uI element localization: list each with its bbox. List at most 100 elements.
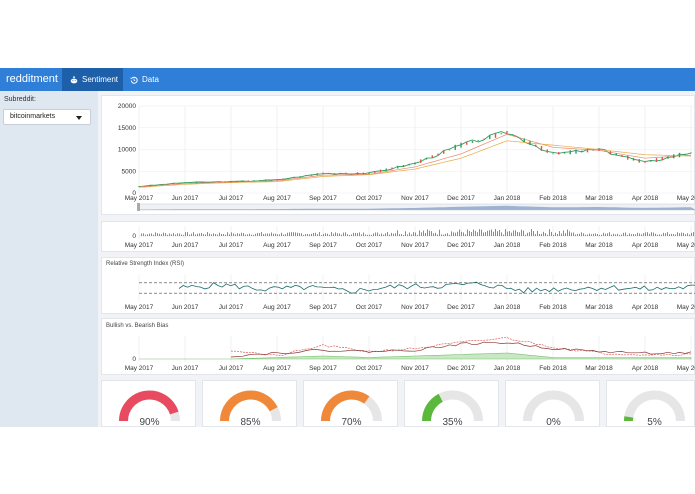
volume-bar [545, 233, 546, 236]
volume-bar [489, 230, 490, 236]
volume-bar [239, 233, 240, 236]
x-tick-label: Nov 2017 [401, 242, 429, 249]
volume-bar [491, 229, 492, 236]
volume-bar [497, 231, 498, 236]
volume-bar [299, 233, 300, 236]
volume-bar [201, 232, 202, 236]
volume-bar [333, 233, 334, 236]
candle [408, 163, 410, 166]
bias-panel: 0 May 2017 Jun 2017 Jul 2017 Aug 2017 Sep 201… [101, 318, 695, 375]
volume-bar [435, 232, 436, 236]
volume-bar [567, 229, 568, 236]
price-chart[interactable]: 20000150001000050000May 2017 Jun 2017 Jul … [102, 96, 695, 216]
candle [345, 172, 347, 175]
volume-bar [619, 234, 620, 236]
candle [385, 168, 387, 171]
volume-bar [469, 231, 470, 236]
candle [604, 150, 606, 152]
volume-bar [321, 234, 322, 236]
volume-bar [367, 234, 368, 236]
volume-bar [143, 233, 144, 236]
volume-bar [383, 234, 384, 236]
volume-bar [605, 233, 606, 236]
candle [207, 181, 209, 183]
volume-bar [693, 232, 694, 236]
volume-bar [305, 234, 306, 236]
volume-bar [579, 233, 580, 236]
candle [684, 153, 686, 155]
app-brand[interactable]: redditment [6, 73, 58, 85]
volume-bar [261, 232, 262, 236]
volume-bar [355, 232, 356, 236]
tab-data[interactable]: Data [125, 68, 165, 91]
volume-bar [437, 234, 438, 236]
x-tick-label: Nov 2017 [401, 304, 429, 311]
volume-bar [505, 229, 506, 236]
volume-bar [637, 232, 638, 236]
tab-sentiment[interactable]: Sentiment [62, 68, 123, 91]
range-handle [137, 203, 140, 211]
candle [374, 171, 376, 173]
volume-bar [213, 233, 214, 236]
volume-bar [291, 232, 292, 236]
candle [414, 162, 416, 165]
volume-bar [635, 234, 636, 236]
rsi-chart[interactable]: May 2017 Jun 2017 Jul 2017 Aug 2017 Sep 2017… [102, 258, 695, 315]
volume-bar [331, 232, 332, 236]
volume-bar [573, 232, 574, 236]
y-tick-label: 15000 [118, 125, 136, 132]
volume-bar [597, 234, 598, 236]
bias-chart[interactable]: 0 May 2017 Jun 2017 Jul 2017 Aug 2017 Sep 201… [102, 319, 695, 376]
volume-bar [523, 230, 524, 236]
volume-bar [293, 232, 294, 236]
candle [529, 140, 531, 146]
candle [420, 159, 422, 163]
candle [690, 152, 692, 154]
candle [224, 181, 226, 183]
volume-bar [515, 230, 516, 236]
candle [264, 180, 267, 181]
volume-bar [569, 231, 570, 236]
volume-bar [641, 234, 642, 236]
volume-bar [645, 232, 646, 236]
candle [494, 132, 497, 138]
volume-bar [421, 232, 422, 236]
volume-bar [517, 231, 518, 236]
volume-bar [663, 232, 664, 236]
subreddit-select[interactable]: bitcoinmarkets [3, 109, 91, 125]
candle [276, 179, 278, 181]
candle [351, 173, 353, 175]
candle [218, 181, 221, 183]
volume-bar [409, 232, 410, 236]
candle [316, 173, 318, 176]
volume-bar [449, 234, 450, 236]
volume-bar [363, 232, 364, 236]
gauge-card: 5% [606, 380, 695, 427]
volume-bar [501, 232, 502, 236]
volume-bar [535, 234, 536, 236]
volume-bar [549, 229, 550, 236]
volume-bar [451, 231, 452, 236]
volume-bar [171, 234, 172, 236]
volume-bar [175, 234, 176, 236]
candle [362, 172, 364, 175]
x-tick-label: Nov 2017 [401, 365, 429, 372]
volume-bar [325, 233, 326, 236]
x-tick-label: Mar 2018 [585, 365, 613, 372]
volume-bar [247, 234, 248, 236]
candle [581, 150, 583, 152]
volume-bar [575, 234, 576, 236]
volume-chart[interactable]: 0 May 2017 Jun 2017 Jul 2017 Aug 2017 Sep 201… [102, 222, 695, 253]
x-tick-label: Jul 2017 [219, 365, 244, 372]
volume-bar [525, 234, 526, 236]
tab-data-label: Data [142, 75, 159, 84]
x-tick-label: Nov 2017 [401, 195, 429, 202]
volume-bar [273, 233, 274, 236]
x-tick-label: May 2017 [125, 365, 154, 372]
volume-bar [591, 234, 592, 236]
volume-bar [369, 234, 370, 236]
x-tick-label: Jun 2017 [172, 304, 199, 311]
rsi-line [178, 281, 695, 294]
volume-bar [245, 234, 246, 236]
candle [483, 138, 485, 140]
